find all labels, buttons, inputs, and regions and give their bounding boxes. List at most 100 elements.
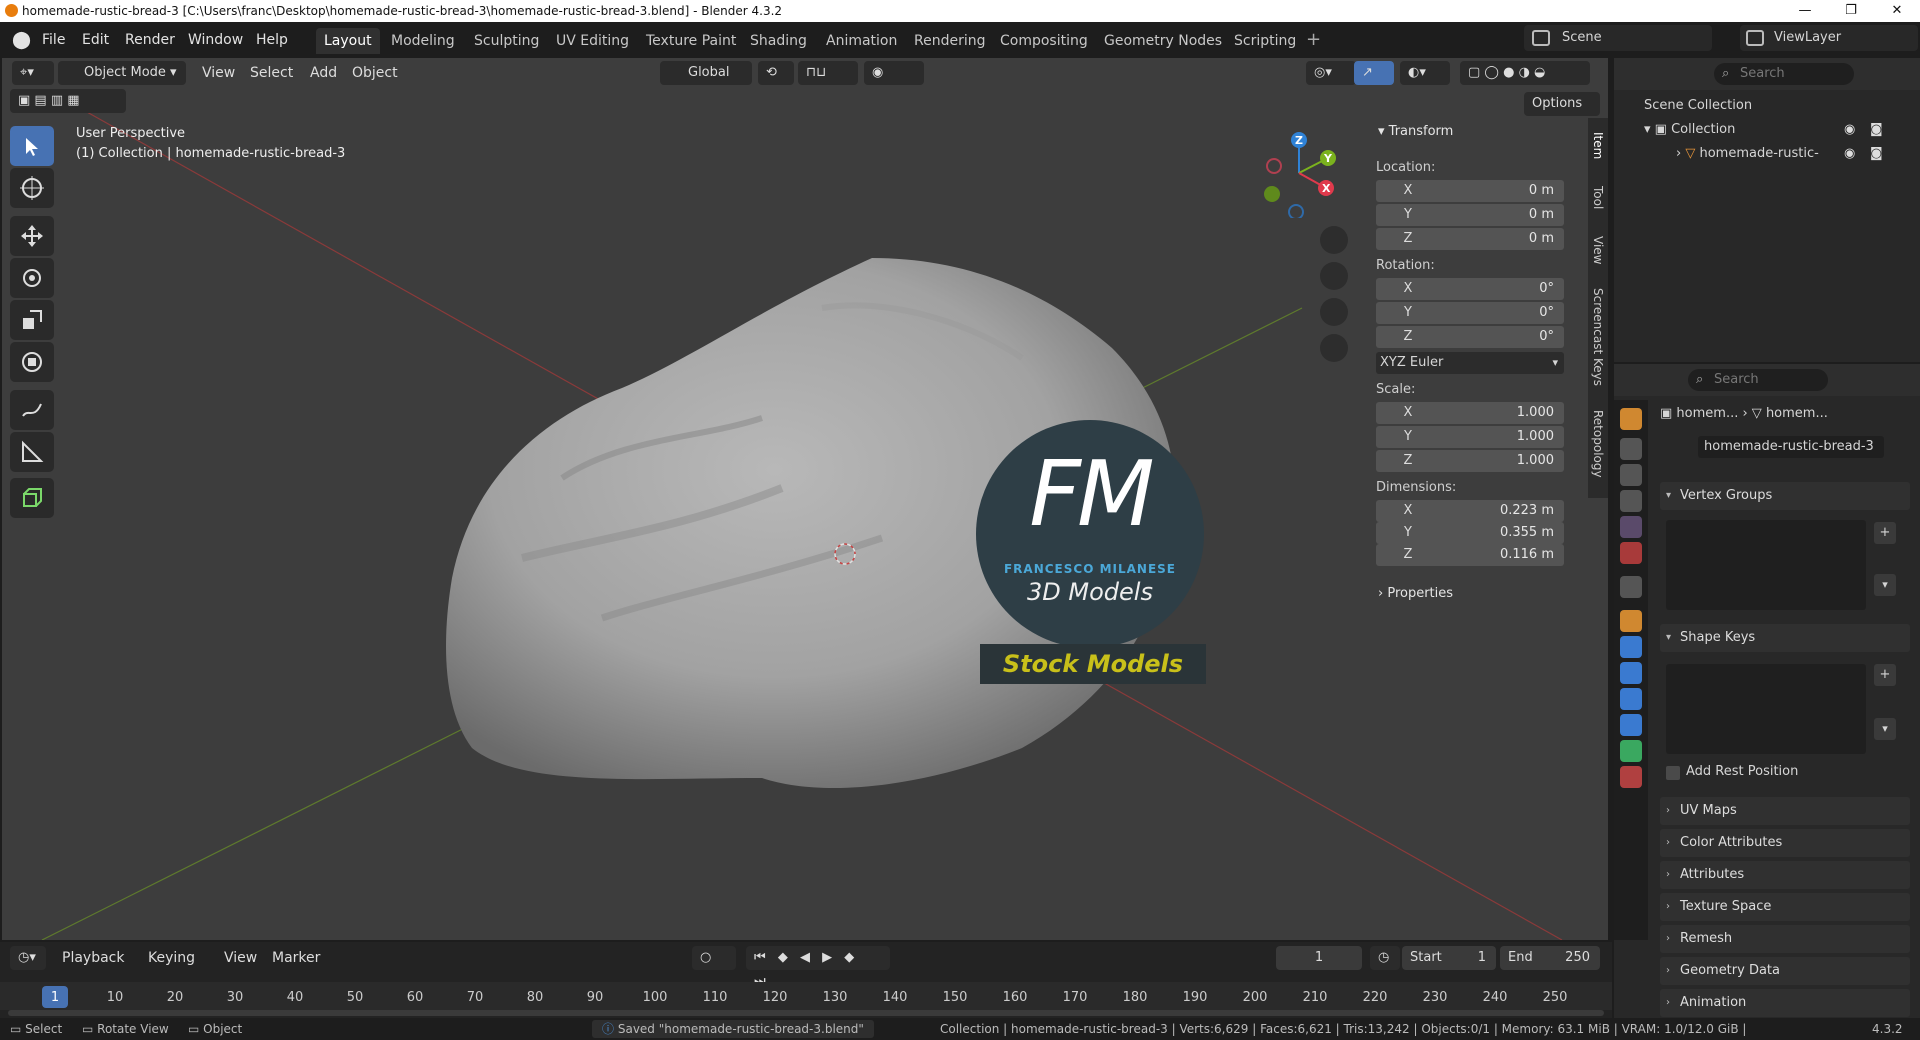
rotate-tool[interactable] xyxy=(10,258,54,298)
close-button[interactable]: ✕ xyxy=(1874,0,1920,22)
menu-file[interactable]: File xyxy=(42,22,65,58)
rest-position-checkbox[interactable] xyxy=(1666,766,1680,780)
overlay-toggle-icon[interactable]: ◐▾ xyxy=(1400,61,1450,85)
scale-x-field[interactable]: X 1.000 xyxy=(1376,402,1564,424)
3d-viewport[interactable]: FM FRANCESCO MILANESE 3D Models Stock Mo… xyxy=(2,58,1608,940)
tab-geometry-nodes[interactable]: Geometry Nodes xyxy=(1096,28,1230,54)
tool-tab-icon[interactable] xyxy=(1620,408,1642,430)
shape-key-menu-button[interactable]: ▾ xyxy=(1874,718,1896,740)
tab-scripting[interactable]: Scripting xyxy=(1226,28,1304,54)
add-vertex-group-button[interactable]: + xyxy=(1874,522,1896,544)
scene-collection-row[interactable]: Scene Collection xyxy=(1644,98,1752,113)
scene-selector[interactable]: Scene xyxy=(1524,25,1712,51)
camera-view-icon[interactable] xyxy=(1320,298,1348,326)
rotation-mode-dropdown[interactable]: XYZ Euler ▾ xyxy=(1376,352,1564,374)
tab-layout[interactable]: Layout xyxy=(316,28,380,54)
world-tab-icon[interactable] xyxy=(1620,542,1642,564)
pivot-point-icon[interactable]: ⟲ xyxy=(758,61,794,85)
constraints-tab-icon[interactable] xyxy=(1620,714,1642,736)
section-remesh[interactable]: › Remesh xyxy=(1660,925,1910,953)
mesh-data-tab-icon[interactable] xyxy=(1620,740,1642,762)
vertex-group-menu-button[interactable]: ▾ xyxy=(1874,574,1896,596)
camera-render-icon[interactable]: ◙ xyxy=(1870,146,1883,161)
vertex-groups-list[interactable] xyxy=(1666,520,1866,610)
measure-tool[interactable] xyxy=(10,432,54,472)
camera-render-icon[interactable]: ◙ xyxy=(1870,122,1883,137)
tab-screencast-keys[interactable]: Screencast Keys xyxy=(1588,282,1608,392)
eye-icon[interactable]: ◉ xyxy=(1844,122,1855,137)
section-vertex-groups[interactable]: ▾ Vertex Groups xyxy=(1660,482,1910,510)
object-row[interactable]: › ▽ homemade-rustic- xyxy=(1676,146,1819,161)
tab-tool[interactable]: Tool xyxy=(1588,178,1608,218)
collection-tab-icon[interactable] xyxy=(1620,576,1642,598)
scale-tool[interactable] xyxy=(10,300,54,340)
view-layer-tab-icon[interactable] xyxy=(1620,490,1642,512)
visibility-icon[interactable]: ◎▾ xyxy=(1306,61,1356,85)
section-texture-space[interactable]: › Texture Space xyxy=(1660,893,1910,921)
scene-tab-icon[interactable] xyxy=(1620,516,1642,538)
particles-tab-icon[interactable] xyxy=(1620,662,1642,684)
menu-help[interactable]: Help xyxy=(256,22,288,58)
section-shape-keys[interactable]: ▾ Shape Keys xyxy=(1660,624,1910,652)
tab-item[interactable]: Item xyxy=(1588,126,1608,166)
maximize-button[interactable]: ❐ xyxy=(1828,0,1874,22)
tab-uv-editing[interactable]: UV Editing xyxy=(548,28,637,54)
cursor-tool[interactable] xyxy=(10,168,54,208)
menu-select[interactable]: Select xyxy=(250,61,293,85)
perspective-toggle-icon[interactable] xyxy=(1320,334,1348,362)
transform-header[interactable]: ▾ Transform xyxy=(1378,124,1453,139)
add-workspace-icon[interactable]: + xyxy=(1306,22,1321,58)
add-cube-tool[interactable] xyxy=(10,478,54,518)
options-button[interactable]: Options xyxy=(1524,92,1600,116)
eye-icon[interactable]: ◉ xyxy=(1844,146,1855,161)
mesh-name-field[interactable]: homemade-rustic-bread-3 xyxy=(1698,436,1884,458)
location-x-field[interactable]: X 0 m xyxy=(1376,180,1564,202)
selection-mode-icons[interactable]: ▣ ▤ ▥ ▦ xyxy=(10,89,126,113)
location-z-field[interactable]: Z 0 m xyxy=(1376,228,1564,250)
tab-modeling[interactable]: Modeling xyxy=(383,28,463,54)
section-uv-maps[interactable]: › UV Maps xyxy=(1660,797,1910,825)
tab-rendering[interactable]: Rendering xyxy=(906,28,994,54)
scale-z-field[interactable]: Z 1.000 xyxy=(1376,450,1564,472)
object-tab-icon[interactable] xyxy=(1620,610,1642,632)
dimension-z-field[interactable]: Z 0.116 m xyxy=(1376,544,1564,566)
gizmo-toggle-icon[interactable]: ↗ xyxy=(1354,61,1394,85)
menu-object[interactable]: Object xyxy=(352,61,398,85)
render-tab-icon[interactable] xyxy=(1620,438,1642,460)
tab-sculpting[interactable]: Sculpting xyxy=(466,28,547,54)
section-geometry-data[interactable]: › Geometry Data xyxy=(1660,957,1910,985)
section-attributes[interactable]: › Attributes xyxy=(1660,861,1910,889)
move-tool[interactable] xyxy=(10,216,54,256)
tab-retopology[interactable]: Retopology xyxy=(1588,404,1608,484)
menu-view[interactable]: View xyxy=(202,61,235,85)
tab-compositing[interactable]: Compositing xyxy=(992,28,1096,54)
physics-tab-icon[interactable] xyxy=(1620,688,1642,710)
location-y-field[interactable]: Y 0 m xyxy=(1376,204,1564,226)
rotation-y-field[interactable]: Y 0° xyxy=(1376,302,1564,324)
output-tab-icon[interactable] xyxy=(1620,464,1642,486)
dimension-x-field[interactable]: X 0.223 m xyxy=(1376,500,1564,522)
proportional-editing-icon[interactable]: ◉ xyxy=(864,61,924,85)
add-shape-key-button[interactable]: + xyxy=(1874,664,1896,686)
shape-keys-list[interactable] xyxy=(1666,664,1866,754)
view-layer-selector[interactable]: ViewLayer xyxy=(1740,25,1918,51)
menu-window[interactable]: Window xyxy=(188,22,243,58)
outliner-search-input[interactable]: Search ⌕ xyxy=(1714,63,1854,85)
properties-header[interactable]: › Properties xyxy=(1378,586,1453,601)
properties-search-input[interactable]: Search ⌕ xyxy=(1688,369,1828,391)
timeline-scrollbar[interactable] xyxy=(8,1010,1604,1016)
transform-orientation-selector[interactable]: Global xyxy=(660,61,752,85)
tab-view[interactable]: View xyxy=(1588,230,1608,270)
snapping-icon[interactable]: ⊓⊔ xyxy=(798,61,858,85)
menu-render[interactable]: Render xyxy=(125,22,175,58)
section-animation[interactable]: › Animation xyxy=(1660,989,1910,1017)
zoom-icon[interactable] xyxy=(1320,226,1348,254)
collection-row[interactable]: ▾ ▣ Collection xyxy=(1644,122,1735,137)
transform-tool[interactable] xyxy=(10,342,54,382)
menu-edit[interactable]: Edit xyxy=(82,22,109,58)
scale-y-field[interactable]: Y 1.000 xyxy=(1376,426,1564,448)
tab-animation[interactable]: Animation xyxy=(818,28,905,54)
annotate-tool[interactable] xyxy=(10,390,54,430)
tab-texture-paint[interactable]: Texture Paint xyxy=(638,28,744,54)
tab-shading[interactable]: Shading xyxy=(742,28,815,54)
